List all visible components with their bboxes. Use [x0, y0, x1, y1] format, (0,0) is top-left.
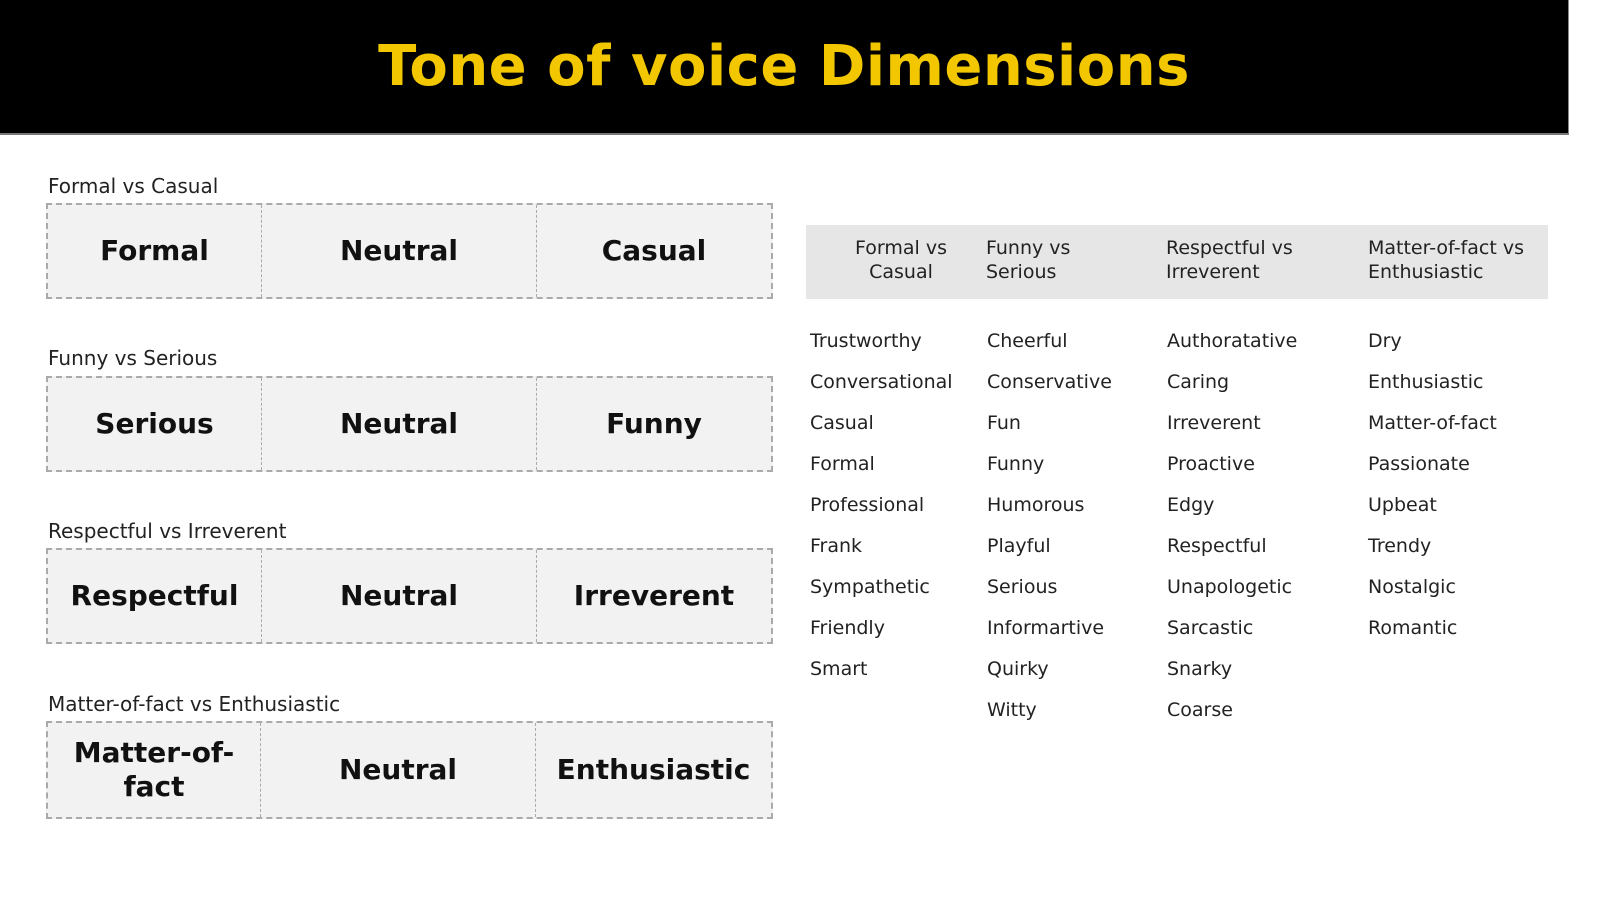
scale-right-value: Casual — [601, 234, 707, 267]
scale-label: Formal vs Casual — [48, 174, 219, 198]
table-header-cell: Matter-of-fact vs Enthusiastic — [1368, 237, 1524, 283]
scale-neutral-value: Neutral — [262, 205, 537, 297]
table-column-respectful-irreverent: Authoratative Caring Irreverent Proactive Ed… — [1167, 327, 1297, 737]
scale-formal-casual: Formal Neutral Casual — [46, 203, 773, 299]
table-cell: Funny — [987, 453, 1045, 475]
scale-neutral-value: Neutral — [262, 550, 537, 642]
table-cell: Enthusiastic — [1368, 371, 1484, 393]
table-cell: Frank — [810, 535, 863, 557]
table-cell: Formal — [810, 453, 875, 475]
table-cell: Proactive — [1167, 453, 1255, 475]
table-header-cell: Formal vs Casual — [855, 237, 947, 283]
table-cell: Playful — [987, 535, 1051, 557]
scale-left-value: Serious — [48, 378, 262, 470]
scale-matter-of-fact-enthusiastic: Matter-of-fact Neutral Enthusiastic — [46, 721, 773, 819]
table-cell: Sarcastic — [1167, 617, 1254, 639]
scale-funny-serious: Serious Neutral Funny — [46, 376, 773, 472]
page-title: Tone of voice Dimensions — [378, 34, 1190, 99]
table-header: Formal vs Casual Funny vs Serious Respec… — [806, 225, 1548, 299]
scale-neutral-value: Neutral — [261, 723, 536, 817]
table-cell: Respectful — [1167, 535, 1267, 557]
scale-left-value: Matter-of-fact — [48, 723, 261, 817]
scale-left-value: Formal — [48, 205, 262, 297]
table-cell: Trendy — [1368, 535, 1432, 557]
table-cell: Quirky — [987, 658, 1049, 680]
scale-right-value: Funny — [606, 407, 702, 440]
table-cell: Professional — [810, 494, 925, 516]
table-column-matter-of-fact-enthusiastic: Dry Enthusiastic Matter-of-fact Passionate U… — [1368, 327, 1497, 655]
table-header-cell: Respectful vs Irreverent — [1166, 237, 1293, 283]
scale-right-value: Enthusiastic — [556, 753, 751, 786]
table-cell: Smart — [810, 658, 868, 680]
table-cell: Matter-of-fact — [1368, 412, 1497, 434]
table-header-cell: Funny vs Serious — [986, 237, 1071, 283]
table-cell: Witty — [987, 699, 1037, 721]
table-cell: Humorous — [987, 494, 1085, 516]
table-column-funny-serious: Cheerful Conservative Fun Funny Humorous Play… — [987, 327, 1112, 737]
table-cell: Fun — [987, 412, 1021, 434]
scale-label: Respectful vs Irreverent — [48, 519, 287, 543]
table-cell: Serious — [987, 576, 1058, 598]
scale-label: Matter-of-fact vs Enthusiastic — [48, 692, 341, 716]
scale-respectful-irreverent: Respectful Neutral Irreverent — [46, 548, 773, 644]
table-cell: Unapologetic — [1167, 576, 1293, 598]
table-cell: Conservative — [987, 371, 1112, 393]
table-cell: Irreverent — [1167, 412, 1261, 434]
table-cell: Authoratative — [1167, 330, 1298, 352]
scale-neutral-value: Neutral — [262, 378, 537, 470]
table-cell: Dry — [1368, 330, 1402, 352]
table-cell: Caring — [1167, 371, 1230, 393]
table-cell: Edgy — [1167, 494, 1215, 516]
table-column-formal-casual: Trustworthy Conversational Casual Formal Pro… — [810, 327, 953, 696]
table-cell: Informartive — [987, 617, 1105, 639]
table-cell: Sympathetic — [810, 576, 930, 598]
table-cell: Upbeat — [1368, 494, 1437, 516]
table-cell: Conversational — [810, 371, 953, 393]
table-cell: Friendly — [810, 617, 885, 639]
scale-label: Funny vs Serious — [48, 346, 218, 370]
table-cell: Nostalgic — [1368, 576, 1456, 598]
table-cell: Trustworthy — [810, 330, 922, 352]
table-cell: Snarky — [1167, 658, 1233, 680]
table-cell: Casual — [810, 412, 874, 434]
table-cell: Coarse — [1167, 699, 1233, 721]
table-cell: Passionate — [1368, 453, 1470, 475]
table-cell: Romantic — [1368, 617, 1458, 639]
scale-left-value: Respectful — [48, 550, 262, 642]
header-banner: Tone of voice Dimensions — [0, 0, 1569, 135]
scale-right-value: Irreverent — [573, 579, 735, 612]
table-cell: Cheerful — [987, 330, 1068, 352]
